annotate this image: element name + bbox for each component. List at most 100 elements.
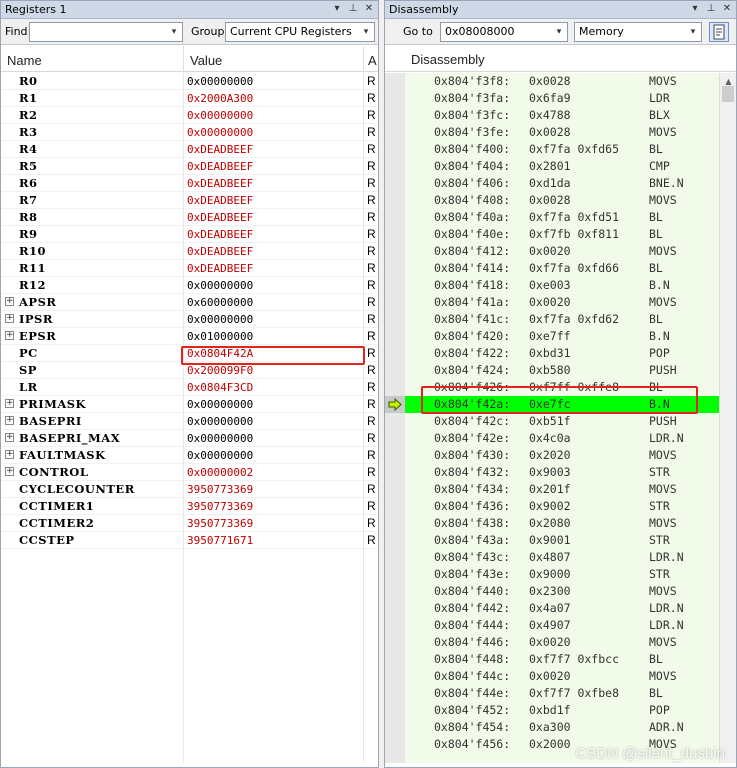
register-row[interactable]: LR 0x0804F3CD R — [1, 379, 378, 396]
register-value[interactable]: 0x00000000 — [187, 279, 253, 292]
vertical-scrollbar[interactable]: ▲ — [719, 73, 736, 763]
expand-icon[interactable]: + — [5, 450, 14, 459]
register-value[interactable]: 0x200099F0 — [187, 364, 253, 377]
register-value[interactable]: 0x00000000 — [187, 449, 253, 462]
register-row[interactable]: + BASEPRI 0x00000000 R — [1, 413, 378, 430]
instruction-row[interactable]: 0x804'f420: 0xe7ff B.N — [405, 328, 719, 345]
column-header-value[interactable]: Value — [184, 46, 364, 72]
register-row[interactable]: + CONTROL 0x00000002 R — [1, 464, 378, 481]
register-value[interactable]: 0xDEADBEEF — [187, 143, 253, 156]
register-row[interactable]: R4 0xDEADBEEF R — [1, 141, 378, 158]
register-row[interactable]: + IPSR 0x00000000 R — [1, 311, 378, 328]
instruction-row[interactable]: 0x804'f44c: 0x0020 MOVS — [405, 668, 719, 685]
expand-icon[interactable]: + — [5, 433, 14, 442]
instruction-row[interactable]: 0x804'f404: 0x2801 CMP — [405, 158, 719, 175]
goto-input[interactable]: 0x08008000 ▾ — [440, 22, 568, 42]
register-row[interactable]: R0 0x00000000 R — [1, 73, 378, 90]
find-input[interactable]: ▾ — [29, 22, 183, 42]
register-row[interactable]: CCTIMER2 3950773369 R — [1, 515, 378, 532]
register-value[interactable]: 0x00000000 — [187, 75, 253, 88]
instruction-row[interactable]: 0x804'f43e: 0x9000 STR — [405, 566, 719, 583]
instruction-row[interactable]: 0x804'f43c: 0x4807 LDR.N — [405, 549, 719, 566]
register-value[interactable]: 0xDEADBEEF — [187, 160, 253, 173]
register-value[interactable]: 0xDEADBEEF — [187, 177, 253, 190]
instruction-row[interactable]: 0x804'f3fc: 0x4788 BLX — [405, 107, 719, 124]
instruction-row[interactable]: 0x804'f452: 0xbd1f POP — [405, 702, 719, 719]
instruction-row[interactable]: 0x804'f454: 0xa300 ADR.N — [405, 719, 719, 736]
instruction-row[interactable]: 0x804'f41a: 0x0020 MOVS — [405, 294, 719, 311]
register-value[interactable]: 0x00000002 — [187, 466, 253, 479]
register-value[interactable]: 0xDEADBEEF — [187, 262, 253, 275]
register-value[interactable]: 0x2000A300 — [187, 92, 253, 105]
register-value[interactable]: 0x00000000 — [187, 313, 253, 326]
register-row[interactable]: CYCLECOUNTER 3950773369 R — [1, 481, 378, 498]
column-header-disassembly[interactable]: Disassembly — [411, 52, 485, 67]
instruction-row[interactable]: 0x804'f434: 0x201f MOVS — [405, 481, 719, 498]
expand-icon[interactable]: + — [5, 467, 14, 476]
register-value[interactable]: 3950773369 — [187, 517, 253, 530]
chevron-down-icon[interactable]: ▾ — [166, 23, 182, 41]
column-header-name[interactable]: Name — [1, 46, 184, 72]
close-icon[interactable]: ✕ — [362, 2, 376, 16]
instruction-row[interactable]: 0x804'f3f8: 0x0028 MOVS — [405, 73, 719, 90]
register-row[interactable]: R12 0x00000000 R — [1, 277, 378, 294]
instruction-row[interactable]: 0x804'f440: 0x2300 MOVS — [405, 583, 719, 600]
instruction-row[interactable]: 0x804'f436: 0x9002 STR — [405, 498, 719, 515]
chevron-down-icon[interactable]: ▾ — [551, 23, 567, 41]
register-value[interactable]: 0x60000000 — [187, 296, 253, 309]
register-row[interactable]: R6 0xDEADBEEF R — [1, 175, 378, 192]
register-row[interactable]: R8 0xDEADBEEF R — [1, 209, 378, 226]
register-row[interactable]: + APSR 0x60000000 R — [1, 294, 378, 311]
register-row[interactable]: R7 0xDEADBEEF R — [1, 192, 378, 209]
instruction-row[interactable]: 0x804'f446: 0x0020 MOVS — [405, 634, 719, 651]
register-value[interactable]: 0x00000000 — [187, 415, 253, 428]
register-row[interactable]: + EPSR 0x01000000 R — [1, 328, 378, 345]
register-value[interactable]: 0xDEADBEEF — [187, 245, 253, 258]
toggle-source-button[interactable] — [709, 22, 729, 42]
register-value[interactable]: 0x00000000 — [187, 126, 253, 139]
memory-select[interactable]: Memory ▾ — [574, 22, 702, 42]
register-row[interactable]: + PRIMASK 0x00000000 R — [1, 396, 378, 413]
instruction-row[interactable]: 0x804'f444: 0x4907 LDR.N — [405, 617, 719, 634]
instruction-row[interactable]: 0x804'f42c: 0xb51f PUSH — [405, 413, 719, 430]
instruction-row[interactable]: 0x804'f412: 0x0020 MOVS — [405, 243, 719, 260]
register-row[interactable]: R2 0x00000000 R — [1, 107, 378, 124]
instruction-row[interactable]: 0x804'f44e: 0xf7f7 0xfbe8 BL — [405, 685, 719, 702]
instruction-row[interactable]: 0x804'f40e: 0xf7fb 0xf811 BL — [405, 226, 719, 243]
register-row[interactable]: R10 0xDEADBEEF R — [1, 243, 378, 260]
register-row[interactable]: R9 0xDEADBEEF R — [1, 226, 378, 243]
register-value[interactable]: 3950773369 — [187, 483, 253, 496]
dropdown-icon[interactable]: ▾ — [330, 2, 344, 16]
group-select[interactable]: Current CPU Registers ▾ — [225, 22, 375, 42]
register-value[interactable]: 0xDEADBEEF — [187, 228, 253, 241]
instruction-row[interactable]: 0x804'f406: 0xd1da BNE.N — [405, 175, 719, 192]
scroll-thumb[interactable] — [722, 86, 734, 102]
instruction-row[interactable]: 0x804'f41c: 0xf7fa 0xfd62 BL — [405, 311, 719, 328]
instruction-row[interactable]: 0x804'f408: 0x0028 MOVS — [405, 192, 719, 209]
register-value[interactable]: 0xDEADBEEF — [187, 211, 253, 224]
instruction-row[interactable]: 0x804'f448: 0xf7f7 0xfbcc BL — [405, 651, 719, 668]
expand-icon[interactable]: + — [5, 297, 14, 306]
breakpoint-gutter[interactable] — [385, 73, 405, 763]
register-value[interactable]: 0x00000000 — [187, 432, 253, 445]
expand-icon[interactable]: + — [5, 399, 14, 408]
instruction-row[interactable]: 0x804'f424: 0xb580 PUSH — [405, 362, 719, 379]
instruction-row[interactable]: 0x804'f3fa: 0x6fa9 LDR — [405, 90, 719, 107]
register-row[interactable]: R11 0xDEADBEEF R — [1, 260, 378, 277]
instruction-row[interactable]: 0x804'f432: 0x9003 STR — [405, 464, 719, 481]
instruction-row[interactable]: 0x804'f400: 0xf7fa 0xfd65 BL — [405, 141, 719, 158]
register-row[interactable]: + FAULTMASK 0x00000000 R — [1, 447, 378, 464]
register-value[interactable]: 0x01000000 — [187, 330, 253, 343]
instruction-row[interactable]: 0x804'f442: 0x4a07 LDR.N — [405, 600, 719, 617]
register-row[interactable]: + BASEPRI_MAX 0x00000000 R — [1, 430, 378, 447]
register-row[interactable]: R3 0x00000000 R — [1, 124, 378, 141]
register-row[interactable]: R1 0x2000A300 R — [1, 90, 378, 107]
instruction-row[interactable]: 0x804'f414: 0xf7fa 0xfd66 BL — [405, 260, 719, 277]
instruction-row[interactable]: 0x804'f422: 0xbd31 POP — [405, 345, 719, 362]
column-header-access[interactable]: A — [364, 46, 378, 72]
expand-icon[interactable]: + — [5, 331, 14, 340]
pin-icon[interactable]: ⊥ — [704, 2, 718, 16]
register-value[interactable]: 3950771671 — [187, 534, 253, 547]
chevron-down-icon[interactable]: ▾ — [358, 23, 374, 41]
register-value[interactable]: 0xDEADBEEF — [187, 194, 253, 207]
